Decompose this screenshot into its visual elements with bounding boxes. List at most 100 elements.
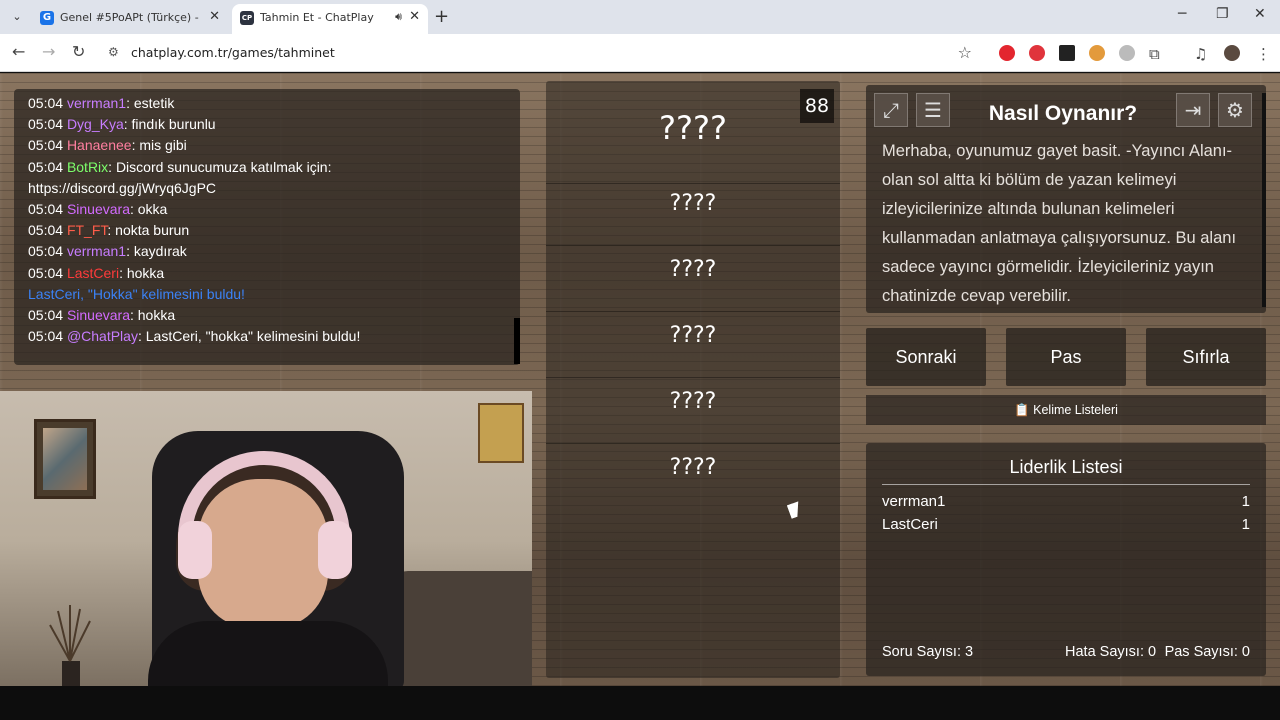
chatplay-favicon-icon: CP: [240, 11, 254, 25]
headset-earcup: [178, 521, 212, 579]
forbidden-word: ????: [669, 257, 717, 282]
sofa: [390, 571, 532, 691]
extension-icon[interactable]: [1029, 45, 1045, 61]
plant-icon: [49, 605, 91, 689]
chat-username[interactable]: FT_FT: [67, 222, 107, 238]
chat-message: 05:04 LastCeri: hokka: [28, 263, 506, 284]
extension-icon[interactable]: [1089, 45, 1105, 61]
word-lists-button[interactable]: 📋 Kelime Listeleri: [866, 395, 1266, 425]
close-tab-icon[interactable]: ✕: [409, 9, 420, 24]
chat-username[interactable]: @ChatPlay: [67, 328, 138, 344]
chat-text: : hokka: [119, 264, 165, 281]
chat-message: 05:04 Hanaenee: mis gibi: [28, 135, 506, 156]
leaderboard-panel: Liderlik Listesi verrman1 1 LastCeri 1 S…: [866, 443, 1266, 676]
speaker-icon[interactable]: 🔊︎: [395, 10, 402, 24]
wall-painting: [478, 403, 524, 463]
chat-message: 05:04 Dyg_Kya: findık burunlu: [28, 114, 506, 135]
player-score: 1: [1241, 493, 1250, 510]
chat-username[interactable]: LastCeri: [28, 286, 80, 302]
chat-time: 05:04: [28, 116, 64, 133]
menu-kebab-icon[interactable]: ⋮: [1256, 45, 1272, 63]
chat-username[interactable]: LastCeri: [67, 265, 119, 281]
forbidden-word: ????: [669, 323, 717, 348]
chat-message: LastCeri, "Hokka" kelimesini buldu!: [28, 284, 506, 305]
chat-username[interactable]: Dyg_Kya: [67, 116, 124, 132]
reset-button[interactable]: Sıfırla: [1146, 328, 1266, 386]
opera-extension-icon[interactable]: [999, 45, 1015, 61]
chat-text: : Discord sunucumuza katılmak için:: [108, 158, 332, 175]
chat-text: : nokta burun: [107, 222, 190, 239]
close-tab-icon[interactable]: ✕: [209, 9, 220, 24]
bookmark-star-icon[interactable]: ☆: [958, 43, 972, 62]
profile-avatar-icon[interactable]: [1224, 45, 1240, 61]
close-window-icon[interactable]: ✕: [1254, 6, 1266, 22]
forbidden-word: ????: [669, 389, 717, 414]
chat-scrollbar[interactable]: [514, 318, 520, 364]
player-name: verrman1: [882, 493, 946, 510]
chat-time: 05:04: [28, 137, 64, 154]
new-tab-icon[interactable]: +: [434, 6, 449, 27]
question-count: Soru Sayısı: 3: [882, 644, 974, 660]
tab-title: Tahmin Et - ChatPlay: [260, 11, 374, 24]
chat-text: : okka: [129, 200, 168, 217]
leaderboard-row: LastCeri 1: [882, 516, 1250, 533]
chat-text: https://discord.gg/jWryq6JgPC: [28, 179, 217, 196]
gartic-favicon-icon: G: [40, 11, 54, 25]
chat-text: , "Hokka" kelimesini buldu!: [80, 285, 245, 302]
chat-panel: 05:04 verrman1: estetik 05:04 Dyg_Kya: fi…: [14, 89, 520, 365]
logout-icon[interactable]: ⇥: [1176, 93, 1210, 127]
browser-tab-bar: ⌄ G Genel #5PoAPt (Türkçe) - Gartic ✕ CP…: [0, 0, 1280, 34]
forward-icon[interactable]: →: [42, 42, 55, 61]
scrollbar[interactable]: [1262, 93, 1266, 307]
address-bar[interactable]: ⚙ chatplay.com.tr/games/tahminet ☆: [100, 39, 980, 67]
chat-username[interactable]: BotRix: [67, 159, 108, 175]
browser-toolbar: ← → ↻ ⚙ chatplay.com.tr/games/tahminet ☆…: [0, 34, 1280, 72]
player-name: LastCeri: [882, 516, 938, 533]
chat-text: : findık burunlu: [123, 116, 216, 133]
back-icon[interactable]: ←: [12, 42, 25, 61]
wall-painting: [34, 419, 96, 499]
tab-search-dropdown-icon[interactable]: ⌄: [8, 8, 26, 26]
chat-text: : estetik: [126, 95, 175, 111]
chat-username[interactable]: verrman1: [67, 243, 126, 259]
error-count: Hata Sayısı: 0: [1065, 644, 1157, 660]
chat-time: 05:04: [28, 243, 64, 260]
how-to-play-panel: ⤢ ☰ Nasıl Oynanır? ⇥ ⚙ Merhaba, oyunumuz…: [866, 85, 1266, 313]
player-score: 1: [1241, 516, 1250, 533]
chat-text: : LastCeri, "hokka" kelimesini buldu!: [137, 328, 361, 345]
chat-time: 05:04: [28, 95, 64, 111]
webcam-feed: [0, 391, 532, 691]
headset-earcup: [318, 521, 352, 579]
streamer-body: [148, 621, 388, 691]
chat-message: 05:04 Sinuevara: okka: [28, 199, 506, 220]
media-control-icon[interactable]: ♫: [1194, 45, 1210, 63]
chat-username[interactable]: Sinuevara: [67, 307, 130, 323]
site-info-icon[interactable]: ⚙: [108, 45, 119, 59]
extensions-puzzle-icon[interactable]: ⧉: [1149, 45, 1165, 63]
chat-message: 05:04 Sinuevara: hokka: [28, 305, 506, 326]
tab-title: Genel #5PoAPt (Türkçe) - Gartic: [60, 11, 200, 24]
chat-username[interactable]: verrman1: [67, 95, 126, 111]
forbidden-word: ????: [669, 455, 717, 480]
game-page: 05:04 verrman1: estetik 05:04 Dyg_Kya: fi…: [0, 73, 1280, 691]
chat-time: 05:04: [28, 306, 64, 323]
url-text: chatplay.com.tr/games/tahminet: [131, 45, 335, 60]
extension-icon[interactable]: [1059, 45, 1075, 61]
chat-time: 05:04: [28, 264, 64, 281]
pass-button[interactable]: Pas: [1006, 328, 1126, 386]
gear-icon[interactable]: ⚙: [1218, 93, 1252, 127]
leaderboard-title: Liderlik Listesi: [882, 457, 1250, 485]
shield-extension-icon[interactable]: [1119, 45, 1135, 61]
browser-tab-gartic[interactable]: G Genel #5PoAPt (Türkçe) - Gartic ✕: [32, 4, 228, 34]
forbidden-word: ????: [669, 191, 717, 216]
chat-message: https://discord.gg/jWryq6JgPC: [28, 178, 506, 199]
reload-icon[interactable]: ↻: [72, 42, 85, 61]
chat-username[interactable]: Hanaenee: [67, 137, 132, 153]
chat-time: 05:04: [28, 200, 64, 217]
browser-tab-chatplay[interactable]: CP Tahmin Et - ChatPlay 🔊︎ ✕: [232, 4, 428, 34]
restore-icon[interactable]: ❐: [1216, 6, 1229, 22]
minimize-icon[interactable]: ─: [1178, 6, 1186, 22]
next-button[interactable]: Sonraki: [866, 328, 986, 386]
chat-username[interactable]: Sinuevara: [67, 201, 130, 217]
word-card-panel: 88 ???? ???? ???? ???? ???? ????: [546, 81, 840, 678]
